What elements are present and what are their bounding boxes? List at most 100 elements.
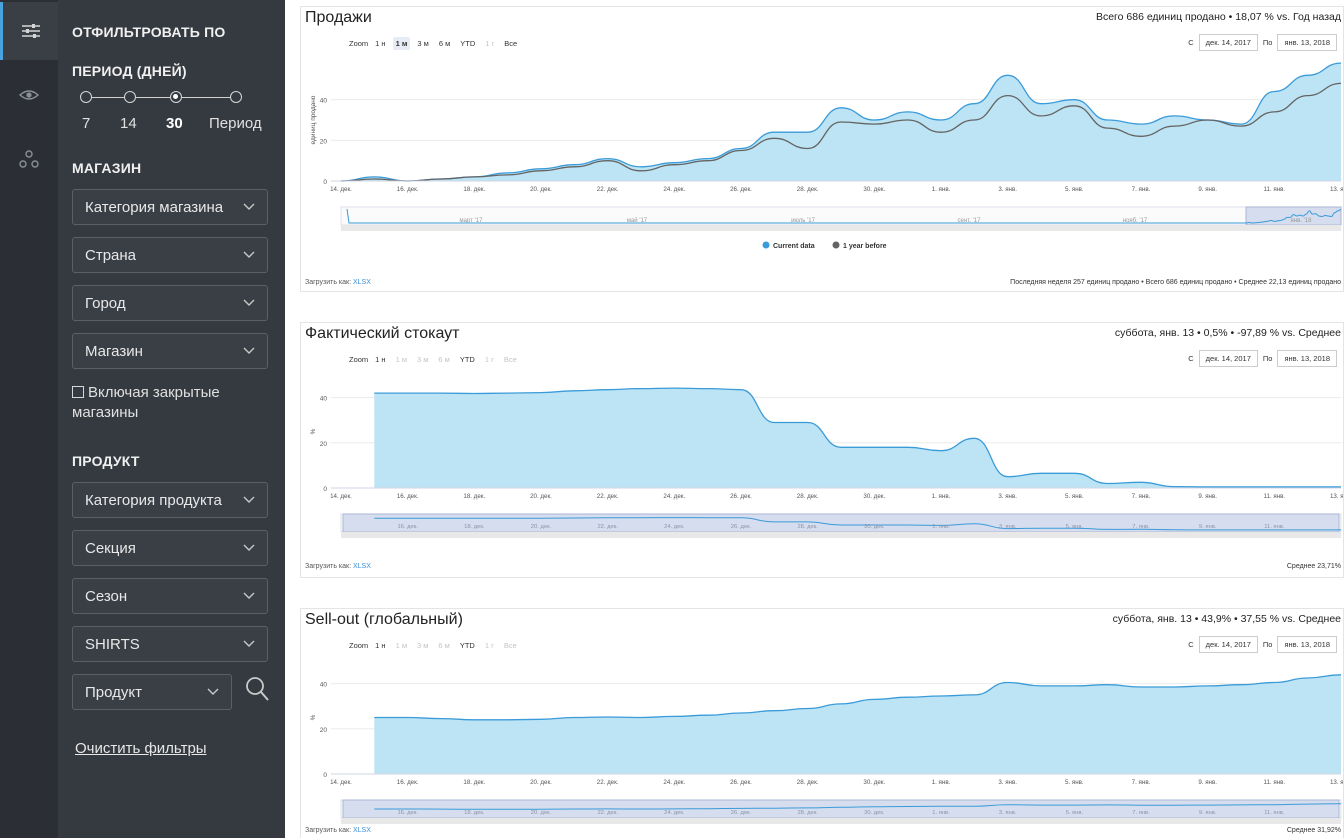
x-tick-label: 16. дек. bbox=[397, 186, 419, 193]
search-icon bbox=[246, 677, 269, 701]
y-tick-label: 40 bbox=[320, 396, 328, 403]
period-label-14[interactable]: 14 bbox=[120, 115, 137, 132]
navigator-label: 9. янв. bbox=[1199, 524, 1217, 530]
section-select[interactable]: Секция bbox=[72, 530, 268, 566]
chevron-down-icon bbox=[243, 299, 255, 306]
download-xlsx-link[interactable]: XLSX bbox=[353, 827, 371, 834]
stockout-chart-panel: Фактический стокаут суббота, янв. 13 • 0… bbox=[300, 322, 1344, 578]
y-tick-label: 40 bbox=[320, 98, 328, 105]
include-closed-checkbox[interactable]: Включая закрытые магазины bbox=[72, 383, 272, 423]
x-tick-label: 9. янв. bbox=[1198, 186, 1217, 193]
navigator-label: 16. дек. bbox=[397, 810, 418, 816]
nodes-icon bbox=[19, 150, 39, 168]
sellout-chart[interactable]: 0 20 40% 14. дек. 16. дек. 18. дек. 20. дек. 22… bbox=[301, 609, 1344, 838]
product-category-select[interactable]: Категория продукта bbox=[72, 482, 268, 518]
product-search-button[interactable] bbox=[243, 674, 271, 704]
filters-tab[interactable] bbox=[0, 2, 58, 60]
navigator-label: янв. '18 bbox=[1291, 218, 1313, 224]
navigator-label: май '17 bbox=[627, 217, 648, 224]
sales-chart[interactable]: 0 20 40единиц продано 14. дек. 16. дек. 18. д… bbox=[301, 7, 1344, 291]
download-label: Загрузить как: bbox=[305, 827, 352, 834]
stockout-chart[interactable]: 0 20 40% 14. дек. 16. дек. 18. дек. 20. дек. 22… bbox=[301, 323, 1344, 577]
chevron-down-icon bbox=[207, 688, 219, 695]
download-row: Загрузить как: XLSX bbox=[305, 279, 371, 286]
x-tick-label: 7. янв. bbox=[1132, 186, 1151, 193]
product-category-label: Категория продукта bbox=[85, 491, 222, 509]
x-tick-label: 22. дек. bbox=[597, 186, 619, 193]
store-category-select[interactable]: Категория магазина bbox=[72, 189, 268, 225]
navigator-label: 18. дек. bbox=[464, 524, 485, 530]
navigator-label: 1. янв. bbox=[932, 524, 950, 530]
x-tick-label: 14. дек. bbox=[330, 186, 352, 193]
navigator-track bbox=[340, 206, 1342, 226]
chart-footnote: Последняя неделя 257 единиц продано • Вс… bbox=[1010, 279, 1341, 286]
x-tick-label: 28. дек. bbox=[797, 186, 819, 193]
navigator-scrollbar bbox=[341, 225, 1341, 231]
legend-current-label: Current data bbox=[773, 243, 815, 250]
x-tick-label: 13. янв. bbox=[1330, 493, 1344, 500]
navigator-label: 30. дек. bbox=[864, 524, 885, 530]
navigator-label: 3. янв. bbox=[999, 810, 1017, 816]
sellout-chart-panel: Sell-out (глобальный) суббота, янв. 13 •… bbox=[300, 608, 1344, 838]
navigator-scrollbar bbox=[341, 532, 1341, 538]
chevron-down-icon bbox=[243, 592, 255, 599]
navigator-scrollbar bbox=[341, 818, 1341, 824]
x-tick-label: 11. янв. bbox=[1264, 779, 1286, 786]
navigator-label: 7. янв. bbox=[1132, 810, 1150, 816]
navigator-label: 28. дек. bbox=[797, 810, 818, 816]
navigator-label: 5. янв. bbox=[1066, 524, 1084, 530]
chevron-down-icon bbox=[243, 544, 255, 551]
download-label: Загрузить как: bbox=[305, 563, 352, 570]
navigator-label: 5. янв. bbox=[1066, 810, 1084, 816]
chevron-down-icon bbox=[243, 203, 255, 210]
season-label: Сезон bbox=[85, 587, 128, 605]
x-tick-label: 7. янв. bbox=[1132, 493, 1151, 500]
navigator-label: 20. дек. bbox=[531, 524, 552, 530]
x-tick-label: 26. дек. bbox=[730, 186, 752, 193]
navigator-label: 16. дек. bbox=[397, 524, 418, 530]
period-option-custom[interactable] bbox=[230, 91, 242, 103]
family-label: SHIRTS bbox=[85, 635, 140, 653]
store-label: Магазин bbox=[85, 342, 143, 360]
store-category-label: Категория магазина bbox=[85, 198, 224, 216]
period-option-30[interactable] bbox=[170, 91, 182, 103]
download-row: Загрузить как: XLSX bbox=[305, 563, 371, 570]
checkbox-box[interactable] bbox=[72, 386, 84, 398]
navigator-label: 24. дек. bbox=[664, 524, 685, 530]
period-option-7[interactable] bbox=[80, 91, 92, 103]
x-tick-label: 28. дек. bbox=[797, 779, 819, 786]
season-select[interactable]: Сезон bbox=[72, 578, 268, 614]
navigator-label: 26. дек. bbox=[731, 810, 752, 816]
network-tab[interactable] bbox=[0, 130, 58, 188]
period-option-14[interactable] bbox=[124, 91, 136, 103]
chevron-down-icon bbox=[243, 640, 255, 647]
navigator-label: 18. дек. bbox=[464, 810, 485, 816]
product-select[interactable]: Продукт bbox=[72, 674, 232, 710]
clear-filters-link[interactable]: Очистить фильтры bbox=[75, 740, 207, 757]
navigator-label: сент. '17 bbox=[958, 218, 982, 224]
download-xlsx-link[interactable]: XLSX bbox=[353, 279, 371, 286]
x-tick-label: 28. дек. bbox=[797, 493, 819, 500]
store-heading: МАГАЗИН bbox=[72, 160, 142, 176]
city-select[interactable]: Город bbox=[72, 285, 268, 321]
x-tick-label: 13. янв. bbox=[1330, 186, 1344, 193]
country-select[interactable]: Страна bbox=[72, 237, 268, 273]
views-tab[interactable] bbox=[0, 66, 58, 124]
period-label-30[interactable]: 30 bbox=[166, 115, 183, 132]
navigator-label: 9. янв. bbox=[1199, 810, 1217, 816]
eye-icon bbox=[19, 90, 39, 100]
sales-chart-panel: Продажи Всего 686 единиц продано • 18,07… bbox=[300, 6, 1344, 292]
navigator-label: 7. янв. bbox=[1132, 524, 1150, 530]
y-tick-label: 20 bbox=[320, 727, 328, 734]
legend-current-marker bbox=[762, 241, 770, 249]
period-label-custom[interactable]: Период bbox=[209, 115, 262, 132]
family-select[interactable]: SHIRTS bbox=[72, 626, 268, 662]
x-tick-label: 30. дек. bbox=[863, 779, 885, 786]
download-xlsx-link[interactable]: XLSX bbox=[353, 563, 371, 570]
store-select[interactable]: Магазин bbox=[72, 333, 268, 369]
x-tick-label: 18. дек. bbox=[463, 779, 485, 786]
chevron-down-icon bbox=[243, 347, 255, 354]
x-tick-label: 1. янв. bbox=[932, 493, 951, 500]
x-tick-label: 5. янв. bbox=[1065, 779, 1084, 786]
period-label-7[interactable]: 7 bbox=[82, 115, 90, 132]
